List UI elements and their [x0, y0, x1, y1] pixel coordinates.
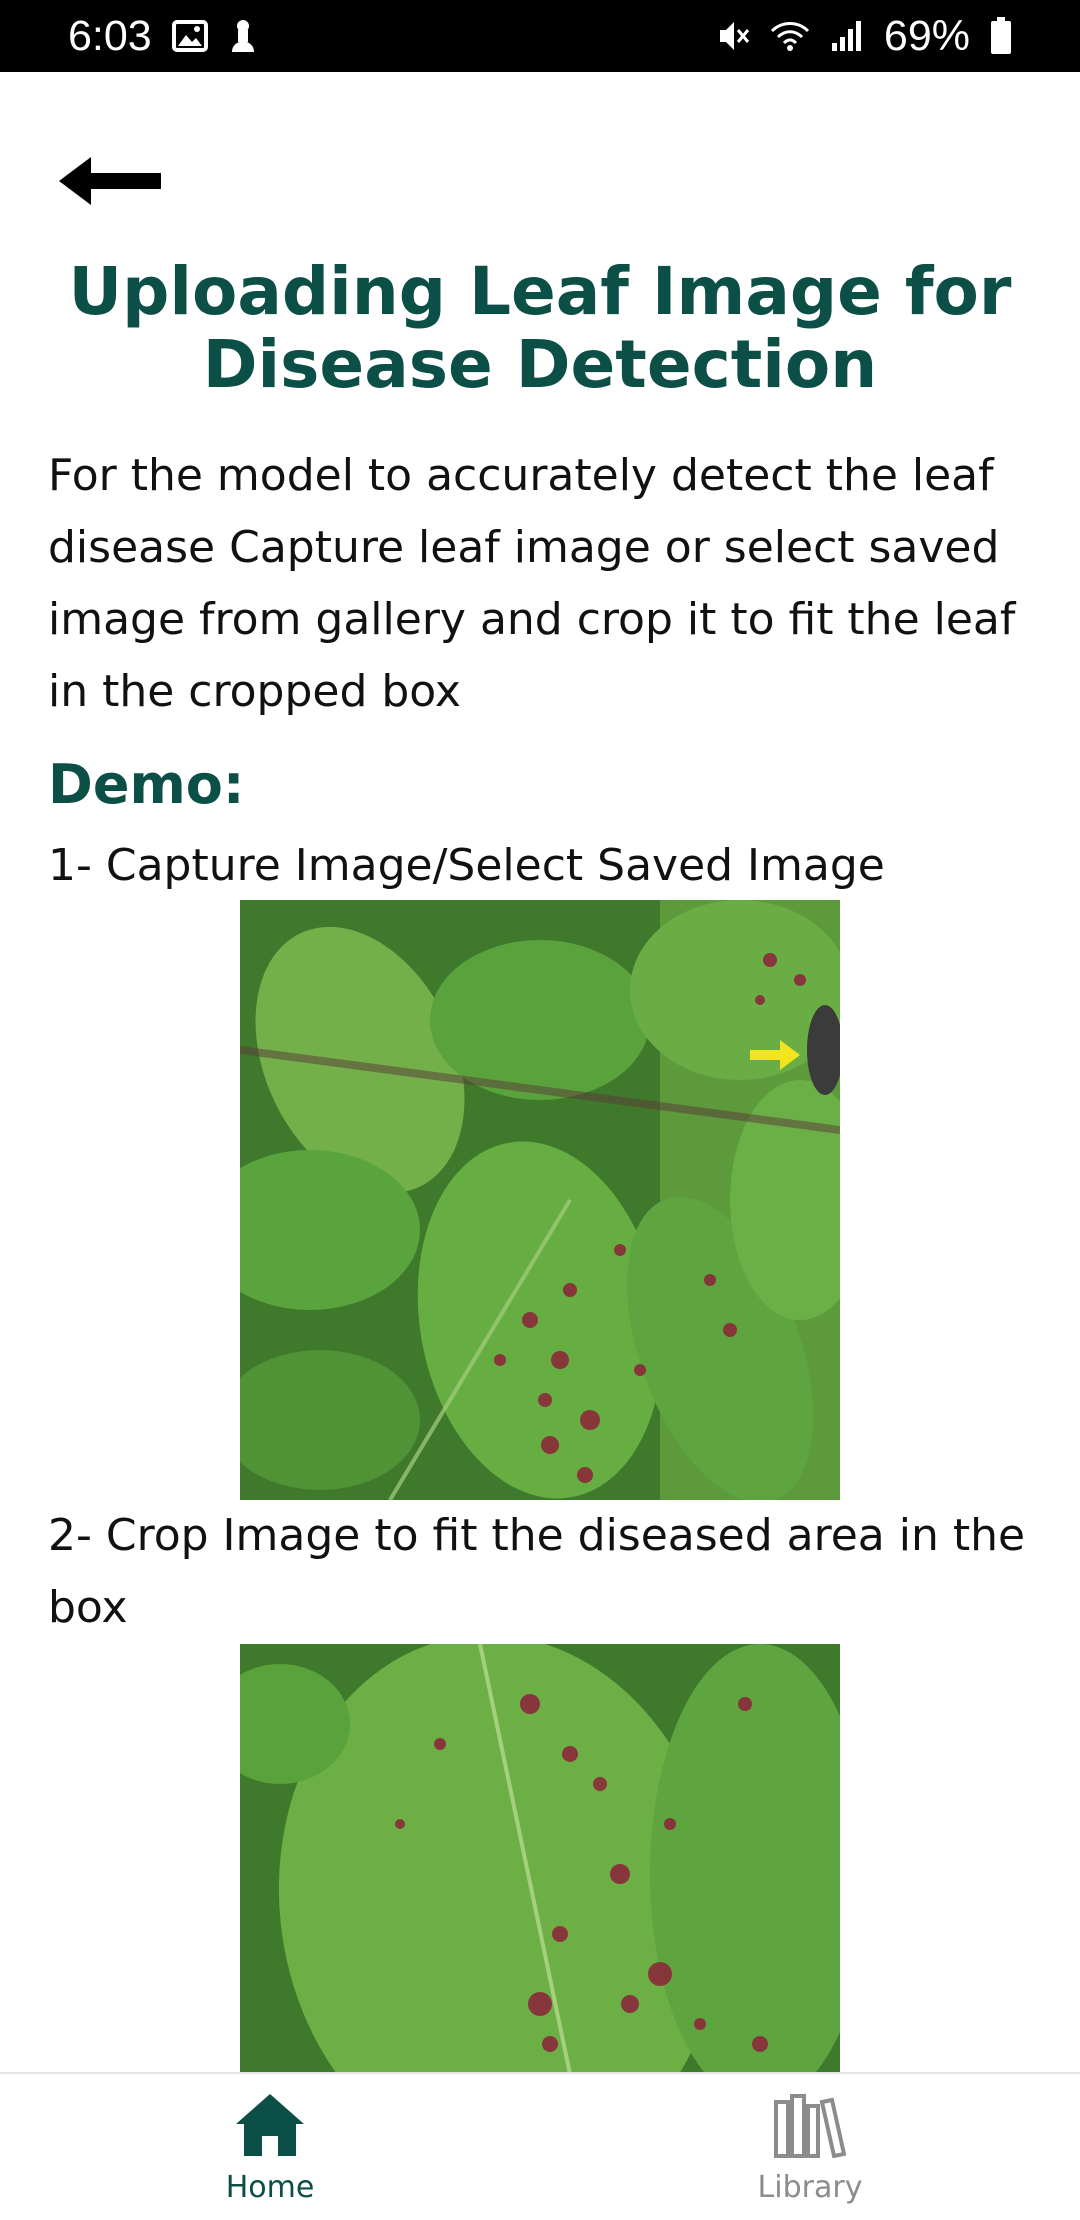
demo-leaf-image-full: [240, 900, 840, 1500]
bottom-nav: Home Library: [0, 2072, 1080, 2220]
battery-percent: 69%: [883, 11, 970, 60]
arrow-left-icon: [55, 153, 165, 213]
library-icon: [772, 2092, 848, 2162]
signal-icon: [830, 19, 864, 53]
intro-text: For the model to accurately detect the l…: [48, 450, 1016, 717]
page-title: Uploading Leaf Image for Disease Detecti…: [68, 253, 1012, 403]
wifi-icon: [770, 19, 810, 53]
demo-leaf-image-cropped: [240, 1644, 840, 2074]
nav-label-library: Library: [757, 2170, 863, 2205]
nav-item-library[interactable]: Library: [540, 2074, 1080, 2220]
status-bar: 6:03 69%: [0, 0, 1080, 72]
mute-icon: [714, 18, 750, 54]
status-left: 6:03: [68, 12, 258, 61]
nav-label-home: Home: [225, 2170, 315, 2205]
battery-icon: [990, 17, 1012, 55]
back-button[interactable]: [52, 150, 168, 216]
demo-heading: Demo:: [48, 753, 245, 816]
step-one-text: 1- Capture Image/Select Saved Image: [48, 840, 885, 891]
status-time: 6:03: [68, 11, 152, 60]
step-two-text: 2- Crop Image to fit the diseased area i…: [48, 1510, 1026, 1633]
screen: 6:03 69% Uploading Leaf Image for Diseas…: [0, 0, 1080, 2220]
nav-item-home[interactable]: Home: [0, 2074, 540, 2220]
notification-icon: [228, 18, 258, 54]
home-icon: [234, 2092, 306, 2162]
status-right: 69%: [714, 12, 1012, 61]
image-icon: [171, 20, 208, 52]
